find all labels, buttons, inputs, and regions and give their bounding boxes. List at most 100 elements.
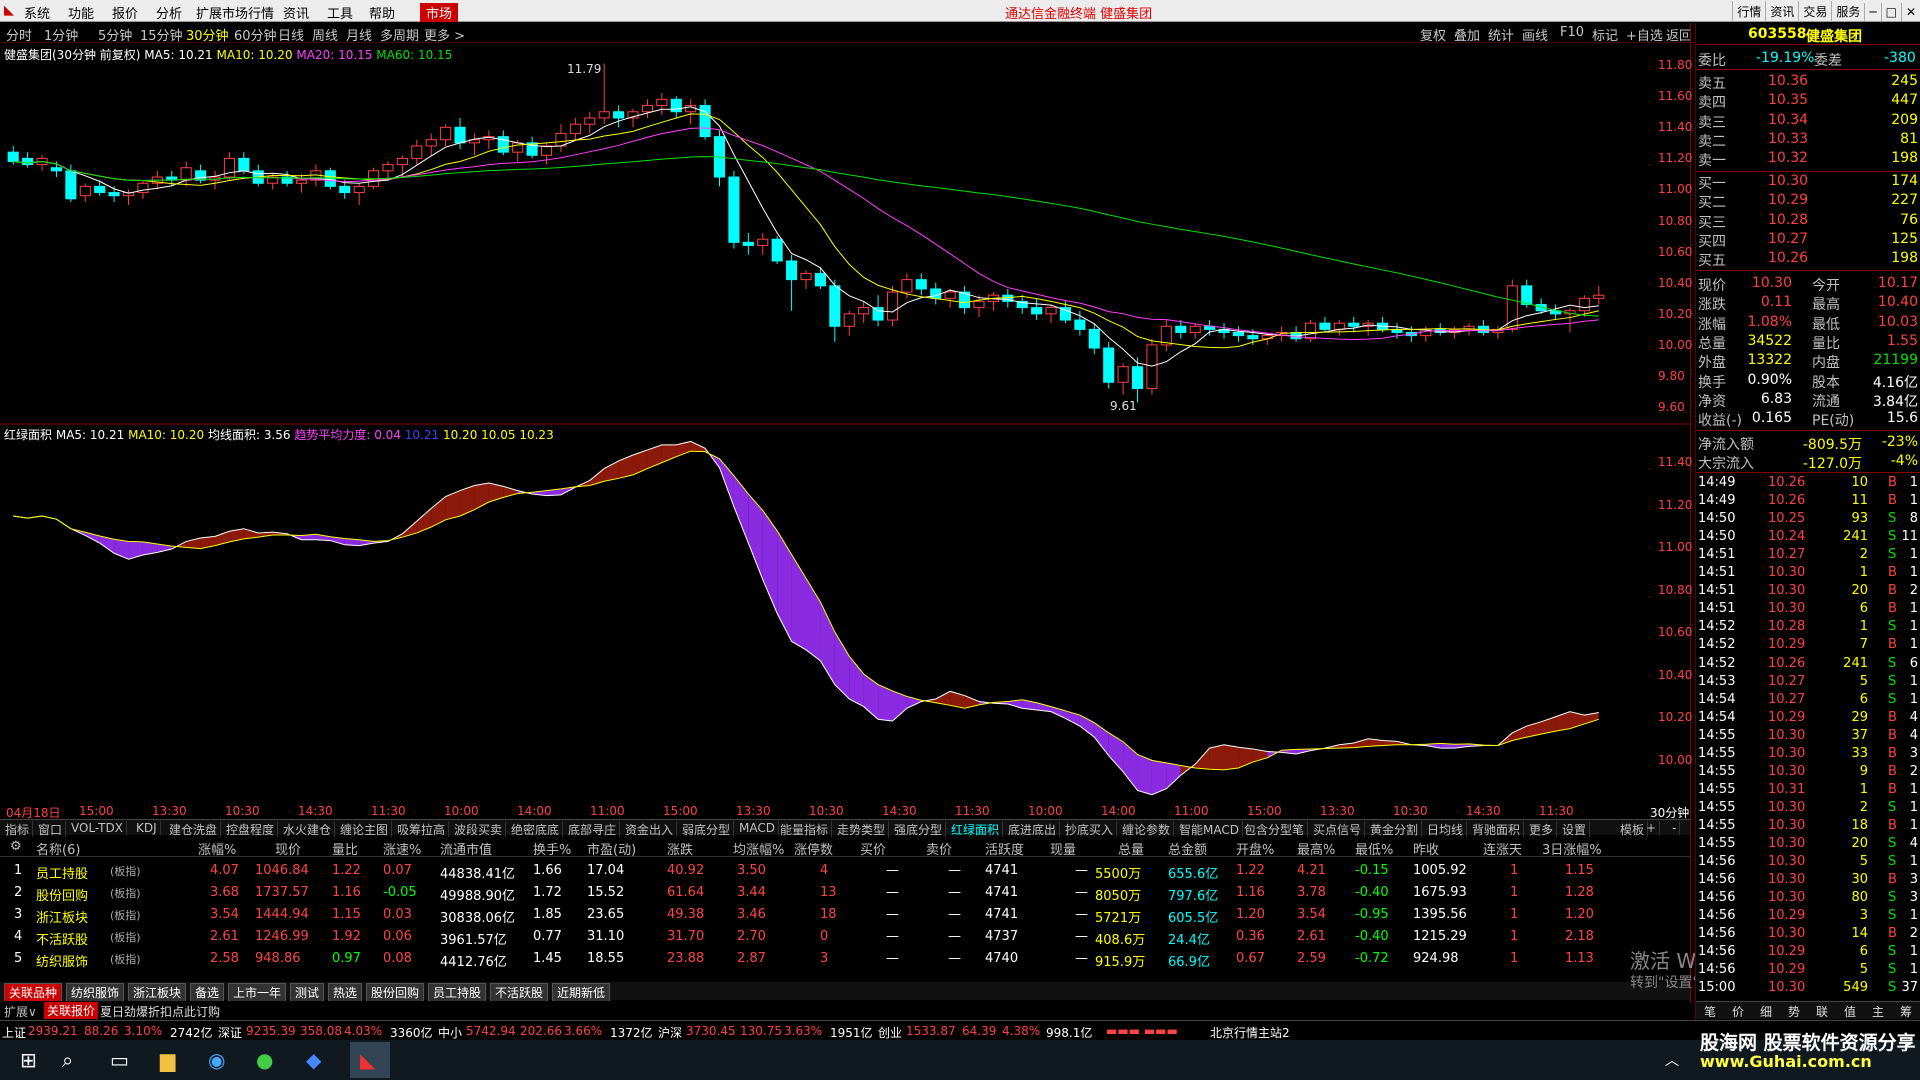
- close-button[interactable]: ✕: [1900, 3, 1920, 21]
- table-header[interactable]: 名称(6): [36, 839, 80, 858]
- block-tab[interactable]: 股份回购: [366, 983, 425, 1002]
- app-green-icon[interactable]: ●: [256, 1048, 273, 1072]
- tf-item[interactable]: 周线: [312, 25, 338, 44]
- table-header[interactable]: 量比: [332, 839, 358, 858]
- menu-item[interactable]: 资讯: [283, 3, 309, 22]
- table-row[interactable]: 4 不活跃股 (板指) 2.61 1246.99 1.92 0.06 3961.57亿 0.77…: [0, 927, 1690, 948]
- indicator-tab[interactable]: VOL-TDX: [68, 821, 127, 835]
- table-header[interactable]: 涨速%: [383, 839, 421, 858]
- table-header[interactable]: 开盘%: [1236, 839, 1274, 858]
- indicator-tab[interactable]: 吸筹拉高: [394, 821, 450, 838]
- tf-item[interactable]: 60分钟: [234, 25, 277, 44]
- tf-right-item[interactable]: 画线: [1522, 25, 1548, 44]
- indicator-tab[interactable]: 指标: [2, 821, 34, 838]
- table-header[interactable]: 总金额: [1168, 839, 1207, 858]
- menu-item[interactable]: 帮助: [369, 3, 395, 22]
- table-header[interactable]: 买价: [860, 839, 886, 858]
- chart-area[interactable]: [0, 44, 1690, 804]
- panel-bottom-tab[interactable]: 价: [1732, 1003, 1744, 1020]
- tf-item[interactable]: 日线: [278, 25, 304, 44]
- indicator-tab[interactable]: 弱底分型: [679, 821, 735, 838]
- table-header[interactable]: 市盈(动): [587, 839, 636, 858]
- tf-item[interactable]: 15分钟: [140, 25, 183, 44]
- tf-right-item[interactable]: 叠加: [1454, 25, 1480, 44]
- tf-right-item[interactable]: +自选: [1626, 25, 1663, 44]
- indicator-tab[interactable]: 水火建仓: [280, 821, 336, 838]
- task-view-icon[interactable]: ▭: [110, 1048, 129, 1072]
- trade-tab[interactable]: 交易: [1798, 1, 1831, 22]
- panel-bottom-tab[interactable]: 筹: [1900, 1003, 1912, 1020]
- indicator-tab[interactable]: 黄金分割: [1367, 821, 1423, 838]
- table-row[interactable]: 1 员工持股 (板指) 4.07 1046.84 1.22 0.07 44838.41亿 1.6…: [0, 861, 1690, 882]
- indicator-tab[interactable]: 设置: [1559, 821, 1591, 838]
- tf-more[interactable]: 更多 >: [424, 25, 465, 44]
- panel-bottom-tab[interactable]: 值: [1844, 1003, 1856, 1020]
- related-quote-tab[interactable]: 关联报价: [44, 1002, 99, 1019]
- browser-icon[interactable]: ◉: [208, 1048, 225, 1072]
- table-header[interactable]: 涨停数: [794, 839, 833, 858]
- indicator-tab[interactable]: 底部寻庄: [565, 821, 621, 838]
- table-header[interactable]: 流通市值: [440, 839, 492, 858]
- indicator-tab[interactable]: 包含分型笔: [1241, 821, 1309, 838]
- menu-item[interactable]: 扩展市场行情: [196, 3, 274, 22]
- block-tab[interactable]: 浙江板块: [128, 983, 187, 1002]
- table-header[interactable]: 现量: [1050, 839, 1076, 858]
- table-header[interactable]: 3日涨幅%: [1542, 839, 1602, 858]
- tf-item-active[interactable]: 30分钟: [186, 25, 229, 44]
- table-row[interactable]: 3 浙江板块 (板指) 3.54 1444.94 1.15 0.03 30838.06亿 1.8…: [0, 905, 1690, 926]
- indicator-tab-tool[interactable]: -: [1669, 821, 1681, 835]
- panel-bottom-tab[interactable]: 联: [1816, 1003, 1828, 1020]
- table-header[interactable]: 卖价: [926, 839, 952, 858]
- windows-start-icon[interactable]: ⊞: [20, 1048, 37, 1072]
- menu-item[interactable]: 报价: [112, 3, 138, 22]
- block-tab[interactable]: 员工持股: [428, 983, 487, 1002]
- block-tab[interactable]: 关联品种: [4, 983, 63, 1002]
- tf-item[interactable]: 月线: [346, 25, 372, 44]
- app-blue-icon[interactable]: ◆: [306, 1048, 321, 1072]
- minimize-button[interactable]: ─: [1864, 3, 1880, 21]
- table-header[interactable]: 活跃度: [985, 839, 1024, 858]
- panel-bottom-tab[interactable]: 细: [1760, 1003, 1772, 1020]
- table-header[interactable]: 最高%: [1297, 839, 1335, 858]
- table-header[interactable]: 昨收: [1413, 839, 1439, 858]
- service-tab[interactable]: 服务: [1831, 1, 1864, 22]
- settings-gear-icon[interactable]: ⚙: [10, 839, 22, 854]
- indicator-tab[interactable]: 智能MACD: [1176, 821, 1243, 838]
- table-header[interactable]: 现价: [275, 839, 301, 858]
- indicator-tab[interactable]: 买点信号: [1310, 821, 1366, 838]
- indicator-tab[interactable]: 走势类型: [834, 821, 890, 838]
- tf-right-item[interactable]: 返回: [1666, 25, 1692, 44]
- table-header[interactable]: 总量: [1118, 839, 1144, 858]
- table-header[interactable]: 连涨天: [1483, 839, 1522, 858]
- table-header[interactable]: 最低%: [1355, 839, 1393, 858]
- indicator-tab[interactable]: 抄底买入: [1062, 821, 1118, 838]
- block-tab[interactable]: 备选: [190, 983, 225, 1002]
- block-tab[interactable]: 纺织服饰: [66, 983, 125, 1002]
- news-tab[interactable]: 资讯: [1765, 1, 1798, 22]
- tf-item[interactable]: 分时: [6, 25, 32, 44]
- table-header[interactable]: 均涨幅%: [733, 839, 784, 858]
- indicator-tab-tool[interactable]: +: [1643, 821, 1661, 835]
- block-tab[interactable]: 测试: [290, 983, 325, 1002]
- block-tab[interactable]: 热选: [328, 983, 363, 1002]
- indicator-tab[interactable]: 建仓洗盘: [166, 821, 222, 838]
- menu-item[interactable]: 功能: [68, 3, 94, 22]
- table-header[interactable]: 换手%: [533, 839, 571, 858]
- block-tab[interactable]: 近期新低: [552, 983, 611, 1002]
- menu-item-market[interactable]: 市场: [420, 3, 459, 22]
- indicator-tab[interactable]: KDJ: [133, 821, 161, 835]
- promo-link[interactable]: 夏日劲爆折扣点此订购: [100, 1003, 220, 1020]
- tf-right-item[interactable]: 复权: [1420, 25, 1446, 44]
- maximize-button[interactable]: □: [1880, 3, 1901, 21]
- menu-item[interactable]: 分析: [156, 3, 182, 22]
- tray-chevron-icon[interactable]: ︿: [1665, 1050, 1679, 1070]
- server-name[interactable]: 北京行情主站2: [1210, 1024, 1290, 1041]
- indicator-tab[interactable]: 背驰面积: [1469, 821, 1525, 838]
- table-row[interactable]: 5 纺织服饰 (板指) 2.58 948.86 0.97 0.08 4412.76亿 1.45 1…: [0, 949, 1690, 970]
- menu-item[interactable]: 工具: [327, 3, 353, 22]
- indicator-tab[interactable]: 红绿面积: [948, 821, 1004, 838]
- tf-right-item[interactable]: 统计: [1488, 25, 1514, 44]
- panel-bottom-tab[interactable]: 主: [1872, 1003, 1884, 1020]
- tf-item[interactable]: 多周期: [380, 25, 419, 44]
- panel-bottom-tab[interactable]: 笔: [1704, 1003, 1716, 1020]
